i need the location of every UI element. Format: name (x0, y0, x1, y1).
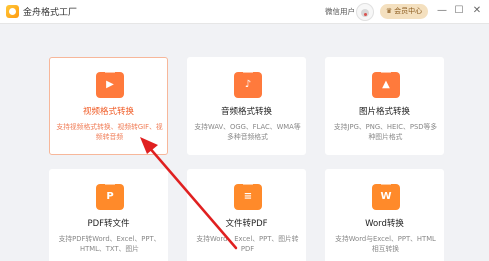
file-to-pdf-icon: ≡ (234, 179, 262, 210)
image-convert-icon: ▲ (372, 67, 400, 98)
card-desc: 支持WAV、OGG、FLAC、WMA等多种音频格式 (194, 123, 301, 141)
card-word-convert[interactable]: W Word转换 支持Word与Excel、PPT、HTML相互转换 (325, 169, 444, 261)
card-desc: 支持视频格式转换、视频转GIF、视频转音频 (56, 123, 163, 141)
card-audio-convert[interactable]: ♪ 音频格式转换 支持WAV、OGG、FLAC、WMA等多种音频格式 (187, 57, 306, 155)
card-desc: 支持Word、Excel、PPT、图片转PDF (196, 235, 299, 253)
card-image-convert[interactable]: ▲ 图片格式转换 支持JPG、PNG、HEIC、PSD等多种图片格式 (325, 57, 444, 155)
card-title: Word转换 (365, 219, 404, 229)
card-desc: 支持PDF转Word、Excel、PPT、HTML、TXT、图片 (58, 235, 161, 253)
card-title: 音频格式转换 (220, 107, 272, 117)
tool-grid: ▶ 视频格式转换 支持视频格式转换、视频转GIF、视频转音频 ♪ 音频格式转换 … (0, 0, 489, 261)
card-pdf-to-file[interactable]: P PDF转文件 支持PDF转Word、Excel、PPT、HTML、TXT、图… (49, 169, 168, 261)
card-desc: 支持Word与Excel、PPT、HTML相互转换 (335, 235, 436, 253)
card-file-to-pdf[interactable]: ≡ 文件转PDF 支持Word、Excel、PPT、图片转PDF (187, 169, 306, 261)
word-convert-icon: W (372, 179, 400, 210)
card-title: 图片格式转换 (358, 107, 410, 117)
card-desc: 支持JPG、PNG、HEIC、PSD等多种图片格式 (333, 123, 438, 141)
pdf-convert-icon: P (96, 179, 124, 210)
card-title: 文件转PDF (225, 219, 268, 229)
card-video-convert[interactable]: ▶ 视频格式转换 支持视频格式转换、视频转GIF、视频转音频 (49, 57, 168, 155)
card-title: PDF转文件 (87, 219, 130, 229)
card-title: 视频格式转换 (82, 107, 134, 117)
video-convert-icon: ▶ (96, 67, 124, 98)
audio-convert-icon: ♪ (234, 67, 262, 98)
